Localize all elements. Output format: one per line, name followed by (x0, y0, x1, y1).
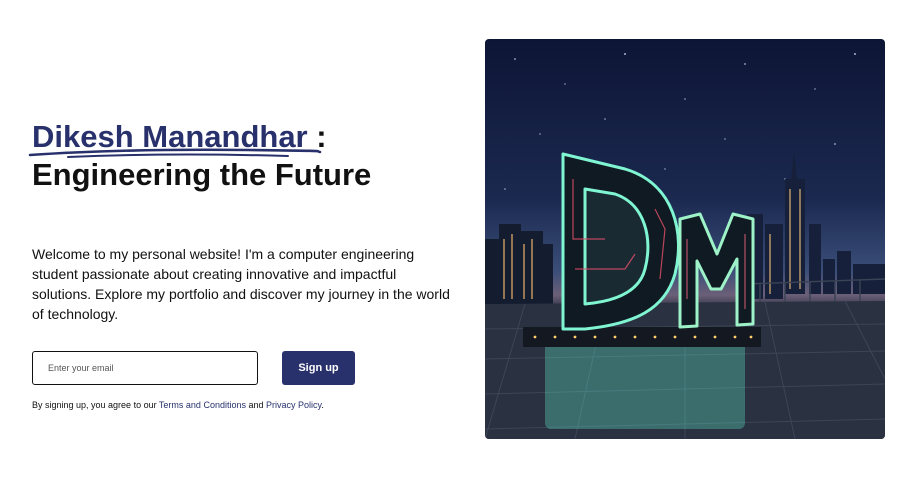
skyline-right-icon (747, 151, 885, 299)
terms-link[interactable]: Terms and Conditions (159, 400, 246, 410)
intro-paragraph: Welcome to my personal website! I'm a co… (32, 246, 450, 322)
terms-notice: By signing up, you agree to our Terms an… (32, 400, 462, 410)
hero-image (485, 39, 885, 439)
tagline: Engineering the Future (32, 157, 372, 192)
scribble-underline-icon (28, 148, 322, 158)
hero-text: Dikesh Manandhar : Engineering the Futur… (28, 118, 462, 410)
terms-prefix: By signing up, you agree to our (32, 400, 159, 410)
email-input[interactable] (32, 351, 258, 385)
neon-city-illustration (485, 53, 885, 439)
neon-reflection-icon (545, 339, 745, 429)
sign-base-icon (523, 327, 761, 347)
privacy-link[interactable]: Privacy Policy (266, 400, 321, 410)
terms-suffix: . (321, 400, 324, 410)
skyline-left-icon (485, 224, 553, 309)
page-title: Dikesh Manandhar : Engineering the Futur… (28, 118, 462, 194)
terms-and: and (245, 400, 266, 410)
author-name-highlight: Dikesh Manandhar (28, 118, 322, 158)
stars-icon (504, 53, 856, 190)
signup-button[interactable]: Sign up (282, 351, 355, 385)
signup-form: Sign up (32, 351, 462, 385)
